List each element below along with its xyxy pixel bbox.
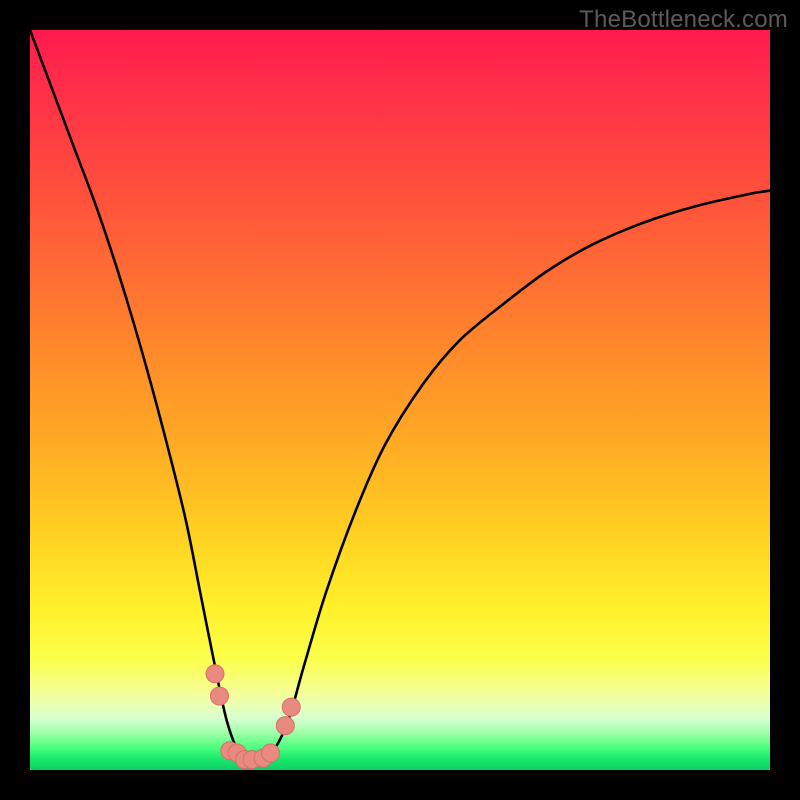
curve-marker xyxy=(210,687,228,705)
curve-marker xyxy=(262,744,280,762)
chart-svg xyxy=(30,30,770,770)
chart-frame: TheBottleneck.com xyxy=(0,0,800,800)
bottleneck-curve xyxy=(30,30,770,762)
curve-markers xyxy=(206,665,300,769)
plot-area xyxy=(30,30,770,770)
curve-marker xyxy=(282,698,300,716)
curve-marker xyxy=(276,717,294,735)
curve-marker xyxy=(206,665,224,683)
